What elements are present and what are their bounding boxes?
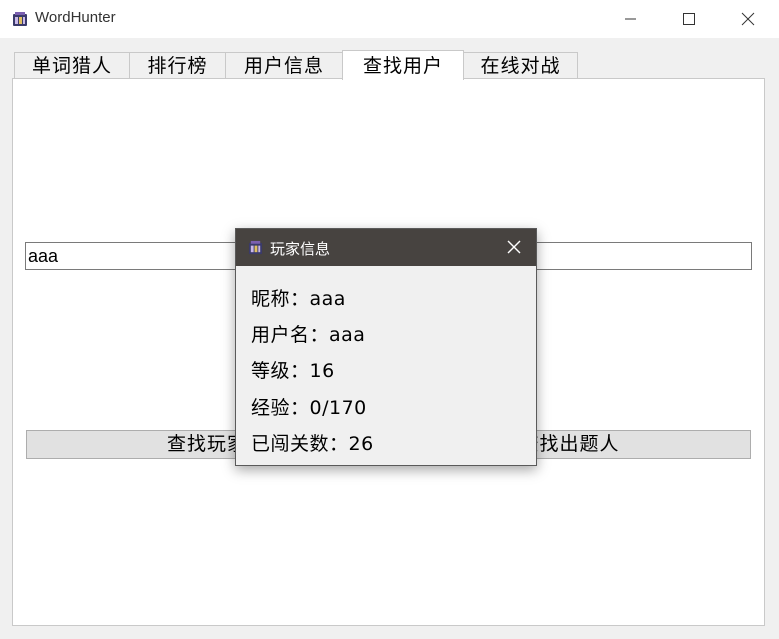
minimize-icon: [625, 18, 636, 20]
tab-user-info[interactable]: 用户信息: [225, 52, 343, 78]
levels-passed-value: 26: [348, 433, 374, 455]
window-title: WordHunter: [35, 9, 116, 26]
nickname-value: aaa: [309, 288, 346, 310]
close-icon: [741, 12, 755, 26]
dialog-title-bar: 玩家信息: [236, 229, 536, 266]
nickname-row: 昵称：aaa: [251, 284, 346, 311]
levels-passed-label: 已闯关数：: [251, 433, 349, 455]
minimize-button[interactable]: [601, 0, 659, 38]
experience-row: 经验：0/170: [251, 393, 367, 420]
nickname-label: 昵称：: [251, 288, 310, 310]
levels-passed-row: 已闯关数：26: [251, 429, 374, 456]
username-label: 用户名：: [251, 324, 330, 346]
tab-leaderboard[interactable]: 排行榜: [129, 52, 226, 78]
username-row: 用户名：aaa: [251, 320, 365, 347]
username-value: aaa: [329, 324, 366, 346]
close-icon: [507, 240, 521, 254]
app-icon: [13, 12, 27, 26]
tab-online-battle[interactable]: 在线对战: [463, 52, 578, 78]
app-icon: [248, 240, 263, 255]
maximize-button[interactable]: [659, 0, 717, 38]
level-row: 等级：16: [251, 356, 335, 383]
close-button[interactable]: [718, 0, 776, 38]
tab-find-user[interactable]: 查找用户: [342, 50, 464, 80]
tab-word-hunter[interactable]: 单词猎人: [14, 52, 130, 78]
title-bar: WordHunter: [0, 0, 779, 38]
level-label: 等级：: [251, 360, 310, 382]
player-info-dialog: 玩家信息 昵称：aaa 用户名：aaa 等级：16 经验：0/170 已闯关数：…: [235, 228, 537, 466]
dialog-title: 玩家信息: [270, 240, 331, 258]
level-value: 16: [309, 360, 335, 382]
maximize-icon: [683, 13, 695, 25]
dialog-close-button[interactable]: [492, 229, 536, 266]
experience-value: 0/170: [309, 397, 367, 419]
experience-label: 经验：: [251, 397, 310, 419]
